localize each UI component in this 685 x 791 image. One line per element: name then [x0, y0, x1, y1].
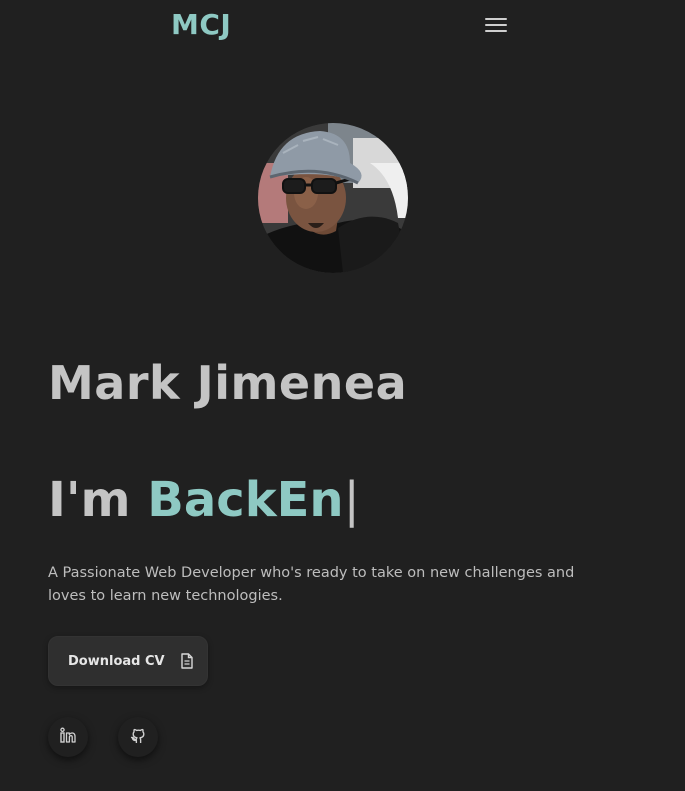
hero-role: I'm BackEn|	[48, 472, 360, 528]
navbar: MCJ	[0, 0, 685, 52]
download-cv-button[interactable]: Download CV	[48, 636, 208, 686]
role-typed-text: BackEn	[147, 472, 344, 528]
typing-cursor: |	[343, 472, 360, 528]
role-prefix: I'm	[48, 472, 148, 528]
profile-photo	[258, 123, 408, 273]
hero-name: Mark Jimenea	[48, 356, 408, 410]
document-icon	[180, 653, 194, 669]
download-cv-label: Download CV	[68, 653, 165, 669]
linkedin-link[interactable]	[48, 717, 88, 757]
hamburger-menu-icon[interactable]	[483, 15, 509, 35]
avatar	[258, 123, 408, 273]
site-logo[interactable]: MCJ	[171, 8, 231, 41]
linkedin-icon	[60, 727, 76, 747]
github-icon	[130, 727, 147, 748]
hero-tagline: A Passionate Web Developer who's ready t…	[48, 565, 575, 604]
github-link[interactable]	[118, 717, 158, 757]
